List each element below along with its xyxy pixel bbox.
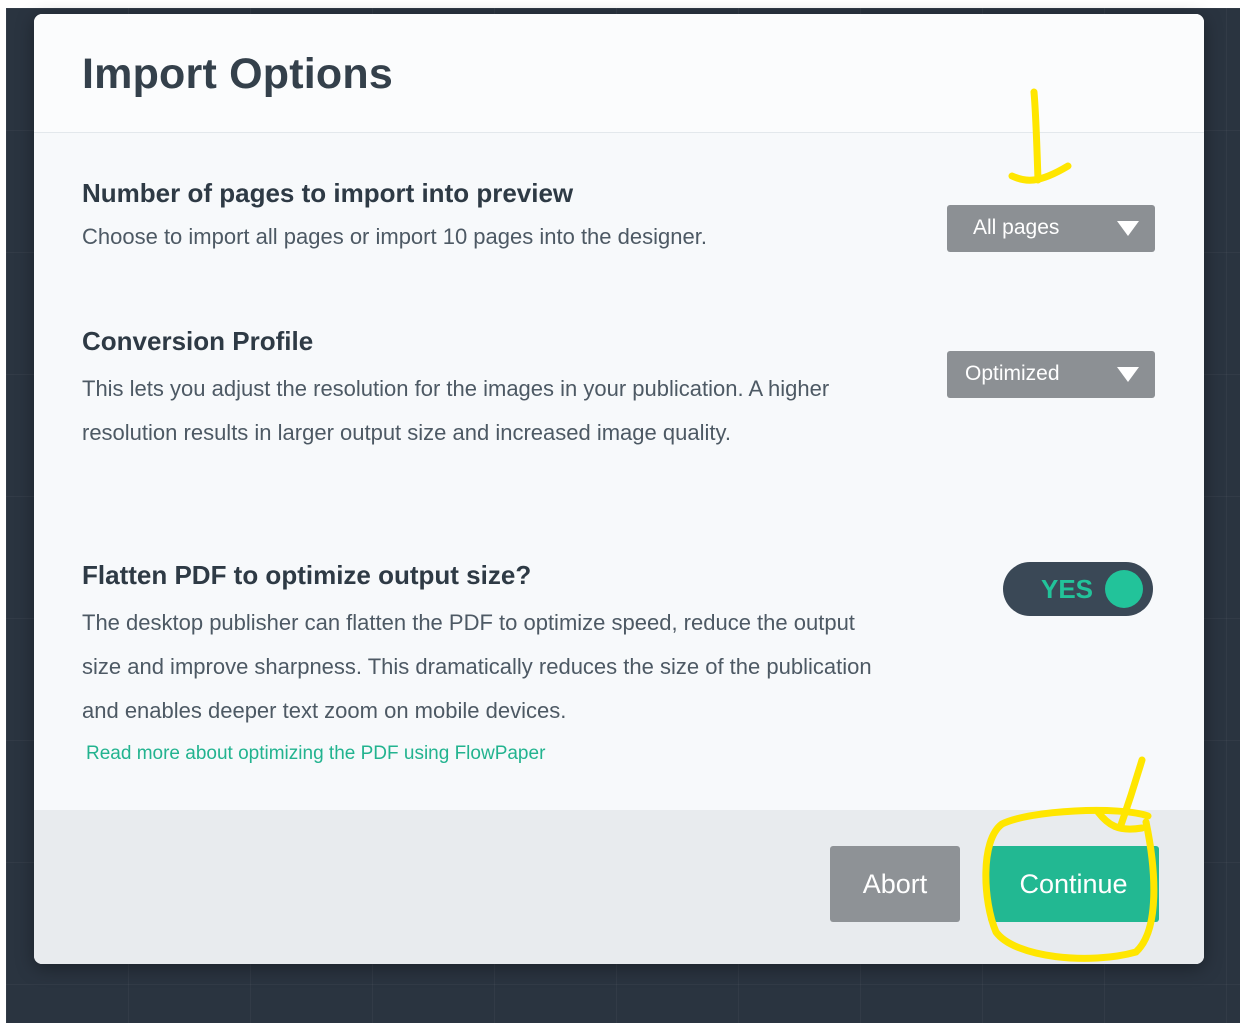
toggle-knob [1105, 570, 1143, 608]
profile-select[interactable]: Optimized [947, 351, 1155, 398]
modal-header: Import Options [34, 14, 1204, 133]
modal-title: Import Options [82, 50, 393, 98]
pages-section: Number of pages to import into preview C… [82, 178, 882, 259]
flatten-section: Flatten PDF to optimize output size? The… [82, 560, 882, 765]
flatten-read-more-link[interactable]: Read more about optimizing the PDF using… [86, 743, 882, 765]
pages-section-description: Choose to import all pages or import 10 … [82, 224, 707, 249]
continue-button[interactable]: Continue [988, 846, 1159, 922]
pages-section-title: Number of pages to import into preview [82, 178, 574, 208]
pages-select[interactable]: All pages [947, 205, 1155, 252]
profile-section-title: Conversion Profile [82, 326, 314, 356]
flatten-toggle[interactable]: YES [1003, 562, 1153, 616]
flatten-section-description: The desktop publisher can flatten the PD… [82, 610, 872, 723]
profile-section: Conversion Profile This lets you adjust … [82, 326, 882, 455]
pages-select-value: All pages [973, 216, 1060, 239]
caret-down-icon [1117, 367, 1139, 382]
flatten-section-title: Flatten PDF to optimize output size? [82, 560, 532, 590]
flatten-toggle-label: YES [1041, 574, 1094, 604]
import-options-modal: Import Options Number of pages to import… [34, 14, 1204, 964]
abort-button[interactable]: Abort [830, 846, 960, 922]
caret-down-icon [1117, 221, 1139, 236]
profile-section-description: This lets you adjust the resolution for … [82, 376, 830, 445]
profile-select-value: Optimized [965, 362, 1060, 385]
